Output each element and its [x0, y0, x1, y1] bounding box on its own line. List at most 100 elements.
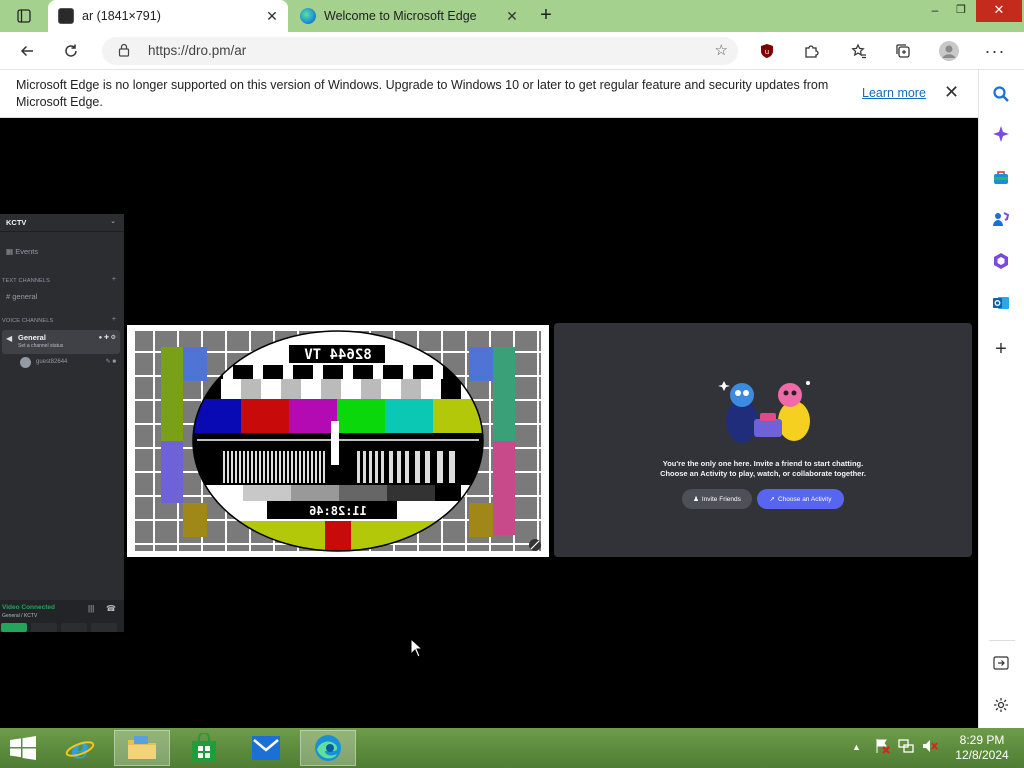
learn-more-link[interactable]: Learn more [862, 86, 926, 100]
profile-button[interactable] [936, 38, 962, 64]
events-label: Events [15, 247, 39, 256]
lock-icon [118, 43, 130, 60]
voice-channel-status[interactable]: Set a channel status [18, 343, 63, 349]
back-arrow-icon [20, 45, 33, 57]
sidebar-add-icon[interactable]: + [990, 338, 1012, 360]
taskbar-internet-explorer[interactable]: e [52, 730, 108, 766]
video-tile-test-card[interactable]: 82644 TV 11:28:46 [127, 325, 549, 557]
invite-friends-button[interactable]: ♟ Invite Friends [682, 489, 752, 509]
store-bag-icon [192, 733, 216, 761]
discord-channel-sidebar: KCTV ⌄ ▦ Events TEXT CHANNELS + # genera… [0, 214, 124, 632]
server-header[interactable]: KCTV ⌄ [0, 214, 124, 232]
taskbar-store[interactable] [176, 730, 232, 766]
screen-share-button[interactable] [31, 623, 57, 632]
ublock-shield-icon: u [761, 44, 773, 58]
svg-text:e: e [71, 733, 89, 763]
empty-state-line-2: Choose an Activity to play, watch, or co… [660, 469, 866, 478]
back-button[interactable] [14, 38, 40, 64]
tray-volume-muted-icon[interactable] [922, 738, 938, 757]
connection-status: Video Connected [2, 604, 55, 611]
calendar-icon: ▦ [6, 247, 14, 256]
chevron-down-icon: ⌄ [110, 218, 116, 225]
tab-actions-button[interactable] [8, 6, 40, 26]
test-card-time: 11:28:46 [309, 504, 367, 518]
svg-text:u: u [765, 48, 769, 56]
voice-participant[interactable]: guest82644 ✎ ■ [20, 357, 120, 369]
sidebar-games-icon[interactable] [990, 208, 1012, 230]
tab-close-icon[interactable]: ✕ [262, 8, 282, 25]
voice-channel-general[interactable]: ◀ General Set a channel status ● ✚ ⚙ [2, 330, 120, 354]
settings-more-button[interactable]: ··· [982, 38, 1008, 64]
tab-title: Welcome to Microsoft Edge [324, 9, 477, 23]
camera-icon: ✎ ■ [105, 359, 116, 365]
voice-channels-category[interactable]: VOICE CHANNELS [2, 318, 53, 324]
participant-name: guest82644 [36, 359, 68, 365]
voice-channel-name: General [18, 333, 46, 342]
refresh-button[interactable] [58, 38, 84, 64]
tab-close-icon[interactable]: ✕ [502, 8, 522, 25]
taskbar-edge[interactable] [300, 730, 356, 766]
voice-action-buttons [0, 623, 124, 632]
add-voice-channel-icon[interactable]: + [112, 316, 116, 323]
tab-welcome-edge[interactable]: Welcome to Microsoft Edge ✕ [290, 0, 528, 32]
tray-action-center-flag-icon[interactable] [874, 738, 890, 757]
sidebar-search-icon[interactable] [990, 83, 1012, 105]
tab-ar[interactable]: ar (1841×791) ✕ [48, 0, 288, 32]
activity-button[interactable] [61, 623, 87, 632]
tray-overflow-icon[interactable]: ▲ [852, 742, 861, 752]
ublock-extension-button[interactable]: u [754, 38, 780, 64]
avatar [20, 357, 31, 368]
favorites-button[interactable] [846, 38, 872, 64]
wumpus-illustration-icon [718, 381, 810, 443]
voice-connection-panel: Video Connected General / KCTV ||| ☎ [0, 600, 124, 632]
browser-toolbar: https://dro.pm/ar ☆ u ··· [0, 32, 1024, 70]
restore-button[interactable]: ❐ [946, 0, 976, 22]
add-user-icon: ♟ [693, 496, 699, 503]
voice-channel-tools-icon[interactable]: ● ✚ ⚙ [99, 334, 116, 341]
add-favorite-icon[interactable]: ☆ [715, 41, 728, 59]
favorites-star-icon [851, 43, 866, 59]
sidebar-copilot-icon[interactable] [990, 123, 1012, 145]
extensions-button[interactable] [798, 38, 824, 64]
sidebar-outlook-icon[interactable] [990, 292, 1012, 314]
taskbar-file-explorer[interactable] [114, 730, 170, 766]
sidebar-settings-gear-icon[interactable] [990, 694, 1012, 716]
events-item[interactable]: ▦ Events [6, 247, 38, 256]
sidebar-office-icon[interactable] [990, 250, 1012, 272]
soundboard-button[interactable] [91, 623, 117, 632]
signal-icon[interactable]: ||| [88, 604, 94, 613]
rocket-icon: ➚ [769, 496, 775, 503]
collections-icon [896, 44, 910, 58]
windows-taskbar: e ▲ 8:29 PM 12/8/2024 [0, 728, 1024, 768]
mouse-cursor-icon [410, 638, 422, 658]
clock-date: 12/8/2024 [955, 748, 1009, 762]
sidebar-collapse-icon[interactable] [990, 652, 1012, 674]
clock-time: 8:29 PM [959, 733, 1005, 747]
text-channels-category[interactable]: TEXT CHANNELS [2, 278, 50, 284]
more-dots-icon: ··· [984, 40, 1006, 61]
choose-activity-button[interactable]: ➚ Choose an Activity [757, 489, 844, 509]
address-url: https://dro.pm/ar [148, 43, 247, 58]
dismiss-notification-icon[interactable]: ✕ [944, 82, 959, 103]
profile-avatar-icon [939, 41, 959, 61]
refresh-icon [65, 44, 77, 57]
camera-toggle-button[interactable] [1, 623, 27, 632]
folder-icon [128, 736, 156, 759]
puzzle-icon [805, 45, 819, 58]
disconnect-icon[interactable]: ☎ [106, 604, 116, 613]
new-tab-button[interactable]: + [534, 4, 558, 28]
connection-location[interactable]: General / KCTV [2, 613, 37, 619]
tab-strip: ar (1841×791) ✕ Welcome to Microsoft Edg… [0, 0, 1024, 32]
taskbar-mail[interactable] [238, 730, 294, 766]
collections-button[interactable] [890, 38, 916, 64]
test-card-image: 82644 TV 11:28:46 [127, 325, 549, 557]
close-window-button[interactable]: ✕ [976, 0, 1022, 22]
start-button[interactable] [8, 736, 38, 760]
taskbar-clock[interactable]: 8:29 PM 12/8/2024 [944, 733, 1020, 763]
empty-state-line-1: You're the only one here. Invite a frien… [662, 459, 864, 468]
sidebar-shopping-icon[interactable] [990, 166, 1012, 188]
channel-general[interactable]: # general [6, 292, 37, 301]
add-text-channel-icon[interactable]: + [112, 276, 116, 283]
address-bar[interactable]: https://dro.pm/ar ☆ [102, 37, 738, 65]
tray-network-icon[interactable] [898, 738, 914, 757]
